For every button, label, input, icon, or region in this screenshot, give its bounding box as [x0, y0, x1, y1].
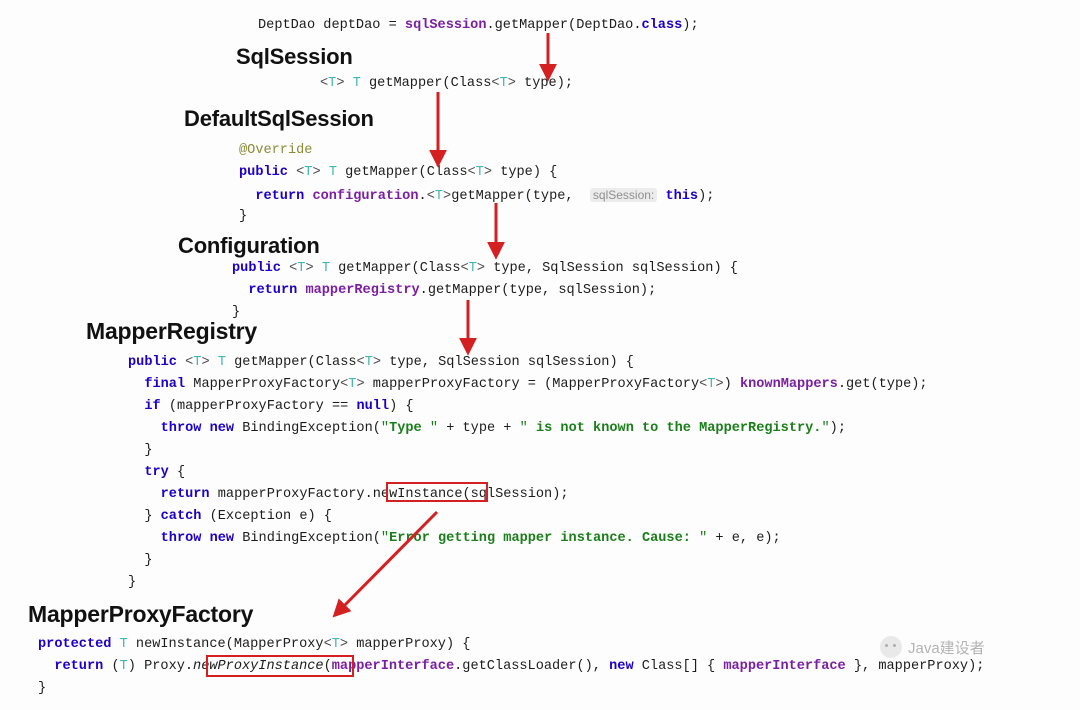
mapperproxyfactory-code-line-1: protected T newInstance(MapperProxy<T> m…: [38, 637, 471, 652]
configuration-field: configuration: [312, 189, 419, 204]
mapperregistry-code-line-10: }: [128, 553, 153, 568]
mapperregistry-code-line-5: }: [128, 443, 153, 458]
watermark: Java建设者: [880, 636, 985, 658]
mapperregistry-code-line-1: public <T> T getMapper(Class<T> type, Sq…: [128, 355, 634, 370]
arrow-newinstance-to-mapperproxyfactory: [332, 510, 439, 618]
mapperregistry-code-line-9: throw new BindingException("Error gettin…: [160, 531, 781, 546]
sqlsession-code-line-1: <T> T getMapper(Class<T> type);: [320, 76, 574, 91]
watermark-text: Java建设者: [908, 639, 985, 657]
entry-code-line: DeptDao deptDao = sqlSession.getMapper(D…: [258, 18, 699, 34]
newproxyinstance-call: newProxyInstance: [193, 659, 324, 674]
param-inlay-hint: sqlSession:: [589, 188, 658, 202]
mapperproxyfactory-code-line-3: }: [38, 681, 47, 696]
mapperregistry-code-line-3: if (mapperProxyFactory == null) {: [144, 399, 414, 414]
configuration-code-line-1: public <T> T getMapper(Class<T> type, Sq…: [232, 261, 738, 276]
diagram-canvas: DeptDao deptDao = sqlSession.getMapper(D…: [0, 0, 1080, 710]
entry-assign: =: [388, 18, 397, 33]
entry-type: DeptDao: [258, 18, 316, 33]
mapperinterface-field-1: mapperInterface: [331, 659, 455, 674]
defaultsqlsession-code-line-2: public <T> T getMapper(Class<T> type) {: [239, 165, 558, 180]
heading-sqlsession: SqlSession: [236, 44, 353, 69]
defaultsqlsession-code-line-3: return configuration.<T>getMapper(type, …: [255, 188, 715, 204]
override-annotation: @Override: [239, 143, 313, 158]
string-errorcause-literal: Error getting mapper instance. Cause:: [389, 531, 700, 546]
mapperinterface-field-2: mapperInterface: [723, 659, 846, 674]
newinstance-call: newInstance: [372, 487, 463, 502]
mapperregistry-code-line-8: } catch (Exception e) {: [128, 509, 332, 524]
string-notknown-literal: is not known to the MapperRegistry.: [527, 421, 822, 436]
mapperregistry-field: mapperRegistry: [305, 283, 420, 298]
knownmappers-field: knownMappers: [739, 377, 838, 392]
mapperregistry-code-line-2: final MapperProxyFactory<T> mapperProxyF…: [144, 377, 928, 392]
wechat-avatar-icon: [880, 636, 902, 658]
mapperregistry-code-line-4: throw new BindingException("Type " + typ…: [160, 421, 846, 436]
configuration-code-line-2: return mapperRegistry.getMapper(type, sq…: [248, 283, 657, 298]
heading-defaultsqlsession: DefaultSqlSession: [184, 106, 374, 131]
string-type-literal: Type: [389, 421, 430, 436]
entry-tail: );: [682, 18, 699, 33]
mapperregistry-code-line-11: }: [128, 575, 137, 590]
heading-mapperregistry: MapperRegistry: [86, 318, 258, 344]
defaultsqlsession-code-line-4: }: [239, 209, 248, 224]
mapperregistry-code-line-7: return mapperProxyFactory.newInstance(sq…: [160, 487, 569, 502]
entry-class-keyword: class: [641, 18, 683, 33]
entry-var: deptDao: [323, 18, 381, 33]
entry-receiver: sqlSession: [404, 18, 487, 33]
mapperregistry-code-line-6: try {: [144, 465, 186, 480]
heading-mapperproxyfactory: MapperProxyFactory: [28, 601, 254, 627]
entry-arg: DeptDao.: [576, 18, 642, 33]
entry-method: .getMapper(: [486, 18, 577, 33]
defaultsqlsession-code-line-1: @Override: [239, 143, 312, 159]
mapperproxyfactory-code-line-2: return (T) Proxy.newProxyInstance(mapper…: [54, 659, 985, 674]
heading-configuration: Configuration: [178, 233, 320, 258]
